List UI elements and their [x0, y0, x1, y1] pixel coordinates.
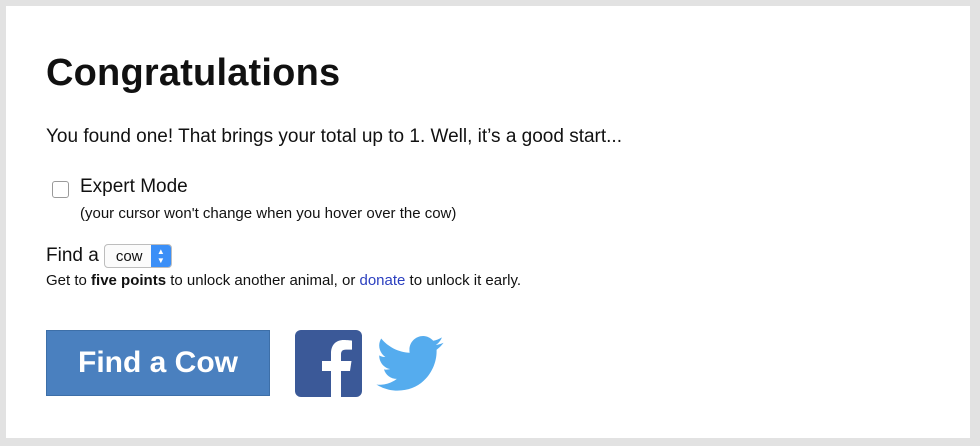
expert-mode-checkbox[interactable]	[52, 181, 69, 198]
facebook-icon[interactable]	[295, 330, 362, 397]
find-animal-row: Find a cow ▲ ▼	[46, 244, 172, 268]
unlock-text-middle: to unlock another animal, or	[166, 272, 360, 289]
expert-mode-hint: (your cursor won't change when you hover…	[80, 205, 457, 222]
animal-select[interactable]: cow ▲ ▼	[103, 244, 172, 268]
unlock-text-end: to unlock it early.	[405, 272, 521, 289]
find-animal-button[interactable]: Find a Cow	[46, 330, 270, 396]
unlock-text-start: Get to	[46, 272, 92, 289]
donate-link[interactable]: donate	[360, 272, 406, 289]
twitter-icon[interactable]	[376, 336, 444, 392]
page-title: Congratulations	[46, 52, 341, 94]
animal-select-value: cow	[115, 247, 143, 265]
expert-mode-label[interactable]: Expert Mode	[80, 176, 188, 198]
unlock-info: Get to five points to unlock another ani…	[46, 272, 521, 289]
result-message: You found one! That brings your total up…	[46, 126, 622, 147]
content-card: Congratulations You found one! That brin…	[6, 6, 970, 438]
find-prefix-label: Find a	[46, 245, 99, 266]
select-arrows-icon: ▲ ▼	[150, 245, 171, 267]
unlock-bold: five points	[91, 272, 167, 289]
